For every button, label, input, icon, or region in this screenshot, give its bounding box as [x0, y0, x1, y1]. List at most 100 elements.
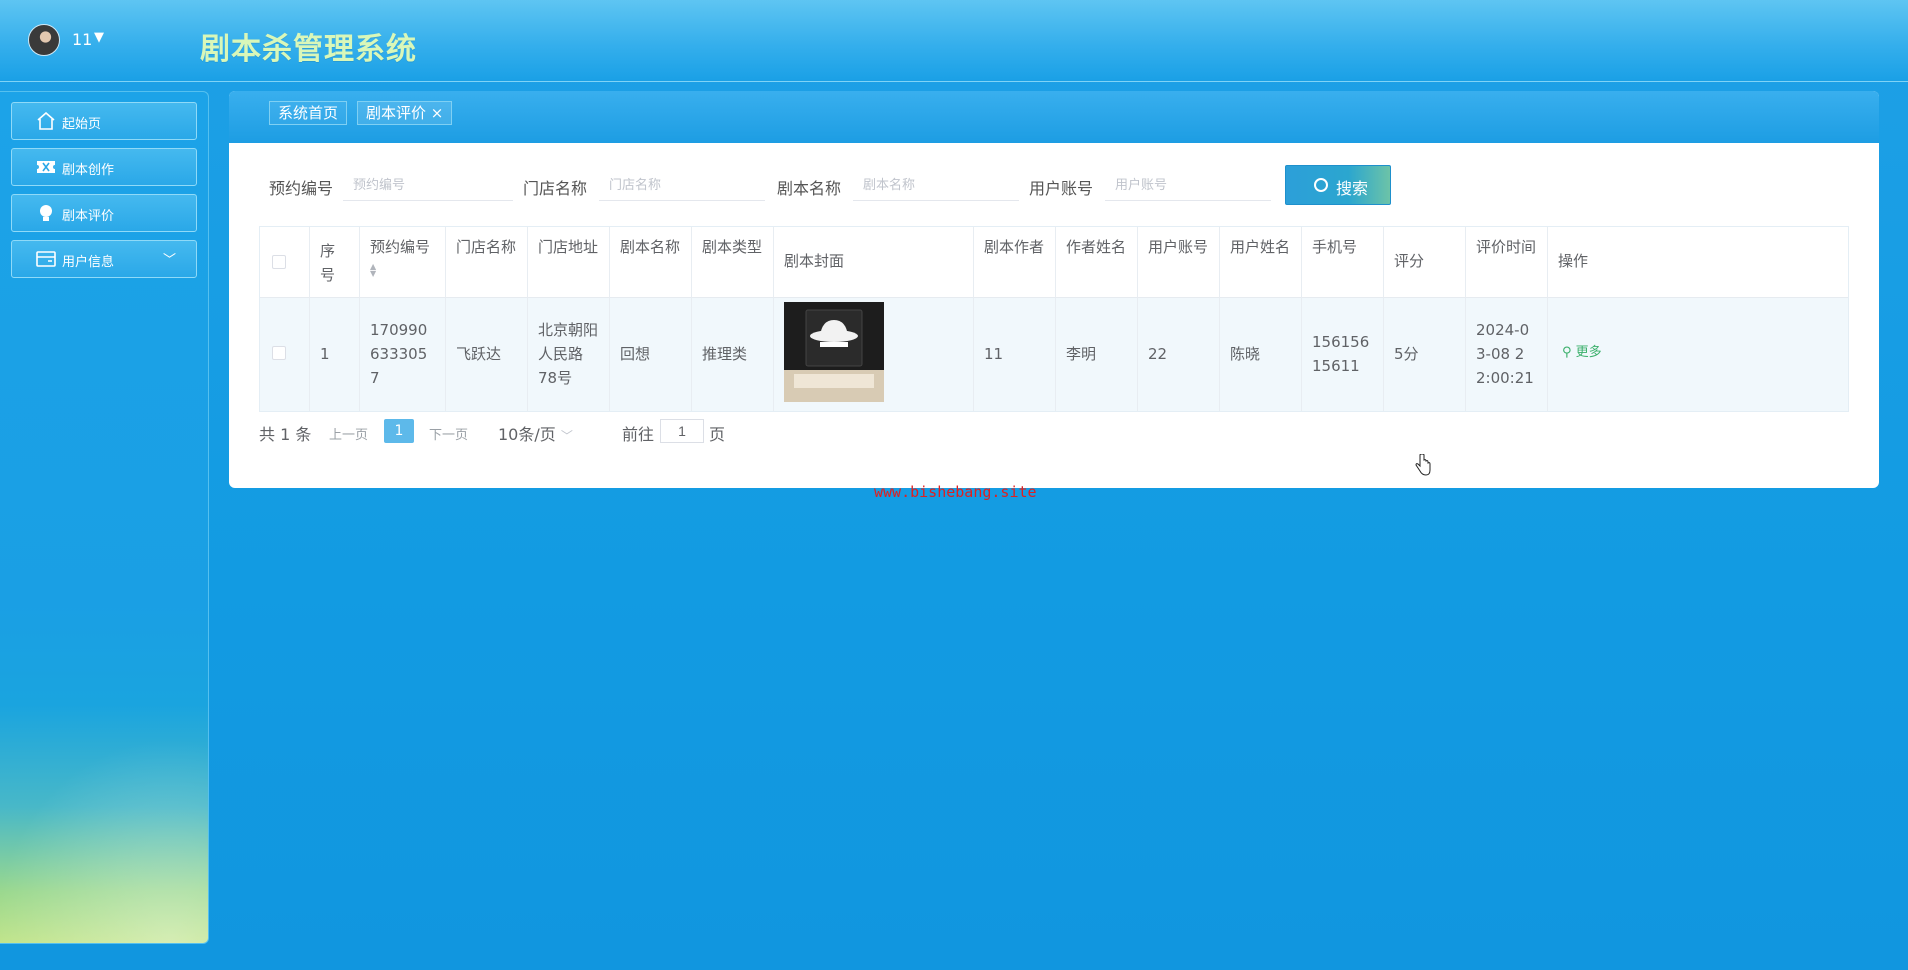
- row-checkbox[interactable]: [272, 346, 286, 360]
- search-label-script-name: 剧本名称: [777, 179, 842, 198]
- col-header-store-address[interactable]: 门店地址: [528, 227, 610, 298]
- top-header: 11 ▼ 剧本杀管理系统: [0, 0, 1908, 82]
- chevron-down-icon: ﹀: [560, 429, 573, 443]
- cell-value: 陈晓: [1230, 345, 1261, 363]
- pagination-page-1[interactable]: 1: [384, 419, 414, 443]
- goto-suffix: 页: [709, 425, 726, 444]
- main-panel: 系统首页 剧本评价 × 预约编号 门店名称 剧本名称 用户账号 搜索 序号 预约…: [229, 91, 1879, 488]
- search-icon: [1314, 178, 1328, 192]
- store-name-input[interactable]: [599, 171, 765, 201]
- cell-index: 1: [310, 298, 360, 411]
- username[interactable]: 11: [72, 30, 92, 49]
- sidebar-item-label: 剧本评价: [62, 209, 115, 224]
- bulb-icon: [40, 205, 52, 221]
- col-header-cover[interactable]: 剧本封面: [774, 227, 974, 298]
- col-header-script-type[interactable]: 剧本类型: [692, 227, 774, 298]
- col-header-review-time[interactable]: 评价时间: [1466, 227, 1548, 298]
- cell-author-name: 李明: [1056, 298, 1138, 411]
- tab-home[interactable]: 系统首页: [269, 101, 348, 125]
- col-header-author-name[interactable]: 作者姓名: [1056, 227, 1138, 298]
- cell-user-name: 陈晓: [1220, 298, 1302, 411]
- cell-value: 1: [320, 345, 330, 363]
- close-icon[interactable]: ×: [431, 104, 444, 122]
- cell-cover: [774, 298, 974, 411]
- pagination-total: 共 1 条: [259, 425, 312, 444]
- pagination-prev[interactable]: 上一页: [329, 424, 368, 443]
- cell-actions: ⚲ 更多: [1548, 298, 1848, 411]
- pagination-next[interactable]: 下一页: [429, 424, 468, 443]
- col-label: 评分: [1394, 252, 1425, 270]
- col-header-phone[interactable]: 手机号: [1302, 227, 1384, 298]
- cell-value: 回想: [620, 345, 651, 363]
- tab-script-review[interactable]: 剧本评价 ×: [357, 101, 453, 125]
- col-header-author[interactable]: 剧本作者: [974, 227, 1056, 298]
- cell-value: 李明: [1066, 345, 1097, 363]
- col-label: 用户姓名: [1230, 238, 1291, 256]
- search-label-user-account: 用户账号: [1029, 179, 1094, 198]
- more-label: 更多: [1575, 345, 1602, 360]
- script-cover-image[interactable]: [784, 302, 884, 402]
- app-title: 剧本杀管理系统: [200, 32, 417, 67]
- col-header-rating[interactable]: 评分: [1384, 227, 1466, 298]
- booking-no-input[interactable]: [343, 171, 513, 201]
- col-header-script-name[interactable]: 剧本名称: [610, 227, 692, 298]
- search-button[interactable]: 搜索: [1285, 165, 1391, 205]
- cell-user-account: 22: [1138, 298, 1220, 411]
- sidebar-item-script-creation[interactable]: 剧本创作: [11, 148, 197, 186]
- chevron-down-icon: ﹀: [162, 253, 176, 268]
- sort-icon[interactable]: ▲ ▼: [370, 263, 376, 278]
- col-label: 用户账号: [1148, 238, 1209, 256]
- sidebar-item-script-review[interactable]: 剧本评价: [11, 194, 197, 232]
- col-label: 门店名称: [456, 238, 517, 256]
- cell-value: 5分: [1394, 345, 1419, 363]
- sidebar-item-label: 起始页: [62, 117, 102, 132]
- more-link[interactable]: ⚲ 更多: [1562, 341, 1602, 360]
- user-avatar[interactable]: [28, 24, 60, 56]
- sidebar-item-label: 用户信息: [62, 255, 115, 270]
- card-icon: [36, 251, 56, 267]
- sidebar-item-user-info[interactable]: 用户信息 ﹀: [11, 240, 197, 278]
- col-label: 剧本名称: [620, 238, 681, 256]
- col-label: 剧本封面: [784, 252, 845, 270]
- col-header-store-name[interactable]: 门店名称: [446, 227, 528, 298]
- cover-picture: [784, 302, 884, 402]
- goto-page-input[interactable]: [660, 419, 704, 443]
- cell-value: 1709906333057: [370, 321, 428, 387]
- col-label: 序号: [320, 242, 336, 284]
- cell-author: 11: [974, 298, 1056, 411]
- col-label: 操作: [1558, 252, 1589, 270]
- user-account-input[interactable]: [1105, 171, 1271, 201]
- cell-value: 飞跃达: [456, 345, 502, 363]
- col-header-booking-no[interactable]: 预约编号 ▲ ▼: [360, 227, 446, 298]
- col-header-user-name[interactable]: 用户姓名: [1220, 227, 1302, 298]
- cell-script-type: 推理类: [692, 298, 774, 411]
- cell-value: 2024-03-08 22:00:21: [1476, 321, 1534, 387]
- script-name-input[interactable]: [853, 171, 1019, 201]
- search-label-store-name: 门店名称: [523, 179, 588, 198]
- col-label: 评价时间: [1476, 238, 1537, 256]
- search-label-booking-no: 预约编号: [269, 179, 334, 198]
- page-size-label: 10条/页: [498, 425, 556, 444]
- col-label: 预约编号: [370, 238, 431, 256]
- col-header-user-account[interactable]: 用户账号: [1138, 227, 1220, 298]
- tab-label: 系统首页: [278, 104, 339, 122]
- search-icon: ⚲: [1562, 345, 1572, 360]
- cell-value: 北京朝阳人民路78号: [538, 321, 599, 387]
- cell-store-name: 飞跃达: [446, 298, 528, 411]
- watermark: www.bishebang.site: [874, 483, 1037, 501]
- select-all-checkbox[interactable]: [272, 255, 286, 269]
- col-header-actions: 操作: [1548, 227, 1848, 298]
- cell-rating: 5分: [1384, 298, 1466, 411]
- sidebar-item-home[interactable]: 起始页: [11, 102, 197, 140]
- home-icon: [37, 112, 55, 130]
- page-size-select[interactable]: 10条/页 ﹀: [498, 421, 573, 445]
- col-label: 门店地址: [538, 238, 599, 256]
- cell-value: 11: [984, 345, 1004, 363]
- caret-down-icon[interactable]: ▼: [94, 30, 104, 45]
- search-button-label: 搜索: [1336, 179, 1369, 198]
- col-header-index[interactable]: 序号: [310, 227, 360, 298]
- hand-cursor-icon: [1415, 454, 1431, 476]
- sidebar: 起始页 剧本创作 剧本评价 用户信息 ﹀: [0, 91, 209, 944]
- cell-value: 15615615611: [1312, 333, 1370, 375]
- tab-label: 剧本评价: [366, 104, 427, 122]
